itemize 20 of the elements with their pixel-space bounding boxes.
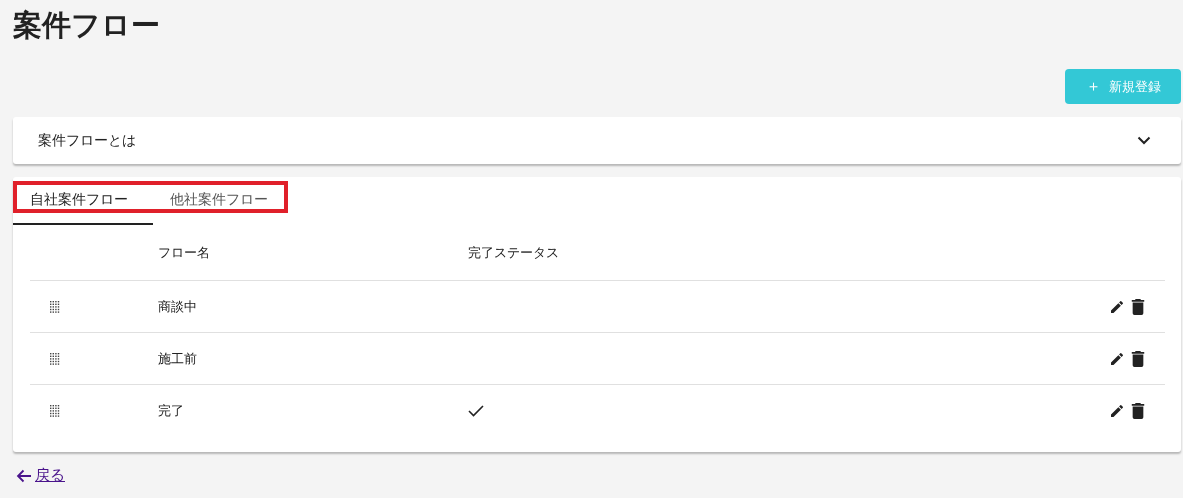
edit-icon[interactable] xyxy=(1109,402,1125,419)
accordion-header[interactable]: 案件フローとは xyxy=(13,117,1181,164)
drag-handle-icon[interactable] xyxy=(50,300,60,313)
tab[interactable]: 自社案件フロー xyxy=(13,177,153,225)
edit-icon[interactable] xyxy=(1109,298,1125,315)
tab[interactable]: 他社案件フロー xyxy=(153,177,293,225)
back-arrow-icon xyxy=(16,468,32,483)
page-title: 案件フロー xyxy=(13,7,161,44)
table-cell-text: 商談中 xyxy=(158,297,198,316)
table-cell-text: 施工前 xyxy=(158,349,198,368)
trash-icon[interactable] xyxy=(1131,298,1145,315)
column-header: 完了ステータス xyxy=(468,243,560,262)
accordion-title: 案件フローとは xyxy=(38,131,136,150)
edit-icon[interactable] xyxy=(1109,350,1125,367)
drag-handle-icon[interactable] xyxy=(50,404,60,417)
column-header: フロー名 xyxy=(158,243,211,262)
trash-icon[interactable] xyxy=(1131,350,1145,367)
drag-handle-icon[interactable] xyxy=(50,352,60,365)
trash-icon[interactable] xyxy=(1131,402,1145,419)
table-cell-text: 完了 xyxy=(158,401,185,420)
